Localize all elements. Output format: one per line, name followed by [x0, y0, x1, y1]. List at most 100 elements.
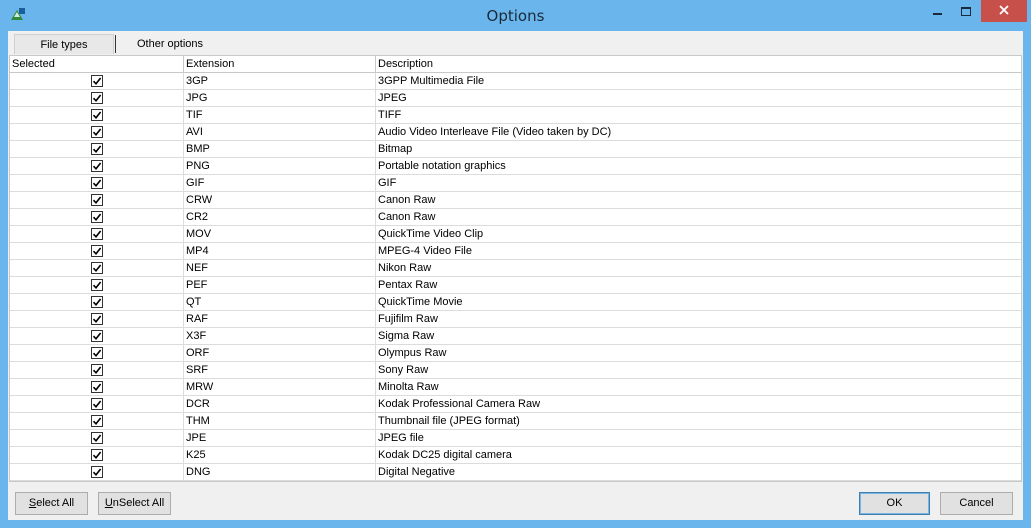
- options-window: Options File types Other options Selecte…: [0, 0, 1031, 528]
- selected-checkbox[interactable]: [90, 432, 103, 444]
- table-row[interactable]: X3F Sigma Raw: [10, 328, 1021, 345]
- selected-checkbox[interactable]: [90, 347, 103, 359]
- check-icon: [92, 179, 101, 188]
- table-row[interactable]: JPG JPEG: [10, 90, 1021, 107]
- selected-checkbox[interactable]: [90, 466, 103, 478]
- table-row[interactable]: CRW Canon Raw: [10, 192, 1021, 209]
- table-row[interactable]: SRF Sony Raw: [10, 362, 1021, 379]
- table-row[interactable]: JPE JPEG file: [10, 430, 1021, 447]
- close-icon: [998, 4, 1010, 19]
- tab-strip: File types Other options: [12, 34, 1019, 56]
- description-cell: Bitmap: [378, 143, 413, 155]
- selected-checkbox[interactable]: [90, 143, 103, 155]
- column-header-extension[interactable]: Extension: [184, 56, 376, 73]
- maximize-icon: [961, 6, 971, 16]
- cancel-button[interactable]: Cancel: [940, 492, 1013, 515]
- selected-cell: [10, 90, 184, 106]
- description-cell: Kodak Professional Camera Raw: [378, 398, 541, 410]
- table-row[interactable]: RAF Fujifilm Raw: [10, 311, 1021, 328]
- selected-checkbox[interactable]: [90, 245, 103, 257]
- selected-checkbox[interactable]: [90, 415, 103, 427]
- table-row[interactable]: DNG Digital Negative: [10, 464, 1021, 481]
- selected-cell: [10, 447, 184, 463]
- table-row[interactable]: PNG Portable notation graphics: [10, 158, 1021, 175]
- unselect-all-button[interactable]: UnSelect All: [98, 492, 171, 515]
- table-row[interactable]: DCR Kodak Professional Camera Raw: [10, 396, 1021, 413]
- selected-checkbox[interactable]: [90, 126, 103, 138]
- selected-cell: [10, 141, 184, 157]
- table-row[interactable]: NEF Nikon Raw: [10, 260, 1021, 277]
- check-icon: [92, 213, 101, 222]
- column-header-selected[interactable]: Selected: [10, 56, 184, 73]
- extension-cell: JPE: [184, 430, 376, 446]
- selected-checkbox[interactable]: [90, 313, 103, 325]
- table-row[interactable]: MP4 MPEG-4 Video File: [10, 243, 1021, 260]
- selected-checkbox[interactable]: [90, 279, 103, 291]
- close-button[interactable]: [981, 0, 1027, 22]
- check-icon: [92, 468, 101, 477]
- description-cell: Portable notation graphics: [378, 160, 506, 172]
- selected-cell: [10, 294, 184, 310]
- tab-other-options[interactable]: Other options: [120, 34, 220, 54]
- description-cell: GIF: [378, 177, 397, 189]
- extension-cell: X3F: [184, 328, 376, 344]
- selected-checkbox[interactable]: [90, 364, 103, 376]
- selected-checkbox[interactable]: [90, 228, 103, 240]
- ok-button[interactable]: OK: [859, 492, 930, 515]
- table-row[interactable]: GIF GIF: [10, 175, 1021, 192]
- selected-checkbox[interactable]: [90, 75, 103, 87]
- selected-checkbox[interactable]: [90, 211, 103, 223]
- table-row[interactable]: BMP Bitmap: [10, 141, 1021, 158]
- selected-checkbox[interactable]: [90, 449, 103, 461]
- extension-cell: AVI: [184, 124, 376, 140]
- table-row[interactable]: ORF Olympus Raw: [10, 345, 1021, 362]
- description-cell: Digital Negative: [378, 466, 456, 478]
- check-icon: [92, 349, 101, 358]
- check-icon: [92, 366, 101, 375]
- maximize-button[interactable]: [952, 0, 980, 22]
- table-row[interactable]: TIF TIFF: [10, 107, 1021, 124]
- check-icon: [92, 196, 101, 205]
- extension-cell: ORF: [184, 345, 376, 361]
- selected-checkbox[interactable]: [90, 92, 103, 104]
- description-cell: TIFF: [378, 109, 402, 121]
- extension-cell: CRW: [184, 192, 376, 208]
- selected-checkbox[interactable]: [90, 330, 103, 342]
- title-bar[interactable]: Options: [0, 0, 1031, 31]
- selected-cell: [10, 158, 184, 174]
- table-row[interactable]: AVI Audio Video Interleave File (Video ta…: [10, 124, 1021, 141]
- table-row[interactable]: CR2 Canon Raw: [10, 209, 1021, 226]
- check-icon: [92, 128, 101, 137]
- selected-checkbox[interactable]: [90, 296, 103, 308]
- description-cell: Nikon Raw: [378, 262, 432, 274]
- selected-cell: [10, 192, 184, 208]
- select-all-button[interactable]: Select All: [15, 492, 88, 515]
- selected-checkbox[interactable]: [90, 194, 103, 206]
- table-row[interactable]: MOV QuickTime Video Clip: [10, 226, 1021, 243]
- description-cell: 3GPP Multimedia File: [378, 75, 485, 87]
- file-types-grid: Selected Extension Description 3GP 3GPP M…: [9, 55, 1022, 482]
- table-row[interactable]: PEF Pentax Raw: [10, 277, 1021, 294]
- selected-checkbox[interactable]: [90, 398, 103, 410]
- table-row[interactable]: MRW Minolta Raw: [10, 379, 1021, 396]
- selected-cell: [10, 328, 184, 344]
- description-cell: Sony Raw: [378, 364, 429, 376]
- table-row[interactable]: 3GP 3GPP Multimedia File: [10, 73, 1021, 90]
- check-icon: [92, 315, 101, 324]
- check-icon: [92, 111, 101, 120]
- selected-checkbox[interactable]: [90, 381, 103, 393]
- selected-checkbox[interactable]: [90, 160, 103, 172]
- column-header-description[interactable]: Description: [376, 56, 1021, 73]
- selected-checkbox[interactable]: [90, 262, 103, 274]
- table-row[interactable]: K25 Kodak DC25 digital camera: [10, 447, 1021, 464]
- table-row[interactable]: THM Thumbnail file (JPEG format): [10, 413, 1021, 430]
- tab-file-types[interactable]: File types: [14, 34, 114, 54]
- selected-cell: [10, 73, 184, 89]
- selected-checkbox[interactable]: [90, 177, 103, 189]
- selected-checkbox[interactable]: [90, 109, 103, 121]
- minimize-button[interactable]: [922, 0, 952, 22]
- grid-rows: 3GP 3GPP Multimedia File JPG JPEG TIF TIFF AVI…: [10, 73, 1021, 481]
- description-cell: Canon Raw: [378, 211, 436, 223]
- table-row[interactable]: QT QuickTime Movie: [10, 294, 1021, 311]
- extension-cell: GIF: [184, 175, 376, 191]
